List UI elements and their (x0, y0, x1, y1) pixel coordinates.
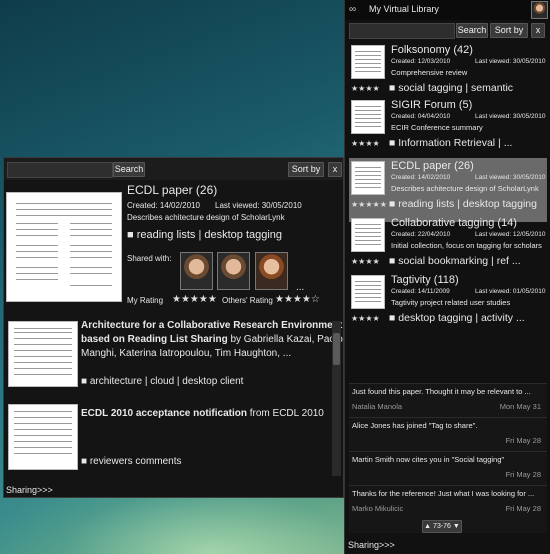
library-item-title[interactable]: SIGIR Forum (5) (391, 99, 472, 111)
library-item-thumbnail[interactable] (351, 161, 385, 195)
library-item-tags[interactable]: ■ social tagging | semantic (389, 82, 513, 94)
feed-message[interactable]: Alice Jones has joined "Tag to share". Fr… (349, 417, 547, 452)
library-item[interactable]: SIGIR Forum (5) Created: 04/04/2010 Last v… (349, 97, 547, 161)
user-avatar[interactable] (531, 1, 548, 19)
left-sort-button[interactable]: Sort by (288, 162, 324, 177)
library-item-rating[interactable]: ★★★★ (351, 139, 380, 148)
left-toolbar: Search Sort by x (4, 158, 343, 180)
library-item-title[interactable]: ECDL paper (26) (391, 160, 474, 172)
left-close-button[interactable]: x (328, 162, 342, 177)
my-rating-label: My Rating (127, 296, 164, 305)
result-thumbnail[interactable] (8, 321, 78, 387)
library-item-title[interactable]: Tagtivity (118) (391, 274, 459, 286)
feed-message-date: Fri May 28 (505, 504, 541, 513)
library-item-title[interactable]: Folksonomy (42) (391, 44, 473, 56)
document-description: Describes achitecture design of ScholarL… (127, 213, 285, 222)
library-item-title[interactable]: Collaborative tagging (14) (391, 217, 517, 229)
result-tags[interactable]: ■ reviewers comments (81, 456, 182, 467)
result-title[interactable]: Architecture for a Collaborative Researc… (81, 320, 342, 331)
library-item-created: Created: 04/04/2010 (391, 113, 451, 120)
library-search-input[interactable] (349, 23, 455, 39)
library-item-thumbnail[interactable] (351, 275, 385, 309)
library-item-last-viewed: Last viewed: 30/05/2010 (475, 174, 546, 181)
feed-message-date: Fri May 28 (505, 470, 541, 479)
library-item-description: Describes achitecture design of ScholarL… (391, 184, 539, 193)
document-thumbnail[interactable] (6, 192, 122, 302)
library-item-description: Tagtivity project related user studies (391, 298, 511, 307)
feed-message-text: Alice Jones has joined "Tag to share". (352, 421, 478, 430)
results-scrollbar[interactable] (332, 321, 341, 476)
my-rating-stars[interactable]: ★★★★★ (172, 294, 217, 305)
library-item-rating[interactable]: ★★★★ (351, 314, 380, 323)
feed-message-text: Thanks for the reference! Just what I wa… (352, 489, 535, 498)
library-item-last-viewed: Last viewed: 30/05/2010 (475, 58, 546, 65)
library-item-tags[interactable]: ■ Information Retrieval | ... (389, 137, 512, 149)
result-thumbnail[interactable] (8, 404, 78, 470)
feed-message[interactable]: Martin Smith now cites you in "Social ta… (349, 451, 547, 486)
virtual-library-panel: ∞ My Virtual Library Search Sort by x Fo… (344, 0, 550, 554)
library-item-description: ECIR Conference summary (391, 123, 483, 132)
library-item-last-viewed: Last viewed: 01/05/2010 (475, 288, 546, 295)
feed-message-author[interactable]: Marko Mikulicic (352, 504, 403, 513)
library-item-tags[interactable]: ■ reading lists | desktop tagging (389, 198, 537, 210)
library-header: ∞ My Virtual Library (345, 0, 550, 20)
library-item-rating[interactable]: ★★★★★ (351, 200, 387, 209)
left-search-input[interactable] (7, 162, 113, 178)
scrollbar-thumb[interactable] (333, 333, 340, 365)
right-sharing-toggle[interactable]: Sharing>>> (348, 540, 395, 550)
activity-feed: Just found this paper. Thought it may be… (349, 383, 547, 533)
library-item-last-viewed: Last viewed: 12/05/2010 (475, 231, 546, 238)
library-item-last-viewed: Last viewed: 30/05/2010 (475, 113, 546, 120)
document-title[interactable]: ECDL paper (26) (127, 183, 217, 197)
library-item-thumbnail[interactable] (351, 45, 385, 79)
feed-message-text: Martin Smith now cites you in "Social ta… (352, 455, 505, 464)
reading-list-detail-panel: Search Sort by x ECDL paper (26) Created… (3, 157, 344, 498)
feed-message-author[interactable]: Natalia Manola (352, 402, 402, 411)
library-item-rating[interactable]: ★★★★ (351, 257, 380, 266)
more-shared-users[interactable]: ... (296, 282, 304, 293)
shared-user-avatar[interactable] (217, 252, 250, 290)
others-rating-label: Others' Rating (222, 296, 273, 305)
others-rating-stars: ★★★★☆ (275, 294, 320, 305)
feed-message-date: Fri May 28 (505, 436, 541, 445)
feed-message[interactable]: Just found this paper. Thought it may be… (349, 383, 547, 418)
feed-message[interactable]: Thanks for the reference! Just what I wa… (349, 485, 547, 520)
library-item-created: Created: 14/11/2009 (391, 288, 450, 295)
left-search-button[interactable]: Search (113, 162, 145, 177)
library-item-rating[interactable]: ★★★★ (351, 84, 380, 93)
library-title: My Virtual Library (369, 4, 439, 14)
result-title[interactable]: ECDL 2010 acceptance notification from E… (81, 408, 324, 419)
library-item-thumbnail[interactable] (351, 100, 385, 134)
library-item-created: Created: 14/02/2010 (391, 174, 451, 181)
feed-message-date: Mon May 31 (499, 402, 541, 411)
document-last-viewed: Last viewed: 30/05/2010 (215, 201, 302, 210)
library-item[interactable]: ECDL paper (26) Created: 14/02/2010 Last v… (349, 158, 547, 222)
library-item-thumbnail[interactable] (351, 218, 385, 252)
result-title-line2[interactable]: based on Reading List Sharing by Gabriel… (81, 334, 343, 345)
left-sharing-toggle[interactable]: Sharing>>> (6, 485, 53, 495)
library-item-description: Comprehensive review (391, 68, 468, 77)
library-close-button[interactable]: x (531, 23, 545, 38)
library-item[interactable]: Collaborative tagging (14) Created: 22/04… (349, 215, 547, 279)
library-item-created: Created: 12/03/2010 (391, 58, 451, 65)
library-item-description: Initial collection, focus on tagging for… (391, 241, 542, 250)
library-item-created: Created: 22/04/2010 (391, 231, 451, 238)
shared-with-label: Shared with: (127, 254, 172, 263)
document-created: Created: 14/02/2010 (127, 201, 200, 210)
library-item[interactable]: Tagtivity (118) Created: 14/11/2009 Last v… (349, 272, 547, 336)
library-search-button[interactable]: Search (456, 23, 488, 38)
library-item-tags[interactable]: ■ desktop tagging | activity ... (389, 312, 525, 324)
feed-pager[interactable]: ▲ 73-76 ▼ (422, 520, 462, 533)
shared-user-avatar[interactable] (255, 252, 288, 290)
document-tags[interactable]: ■ reading lists | desktop tagging (127, 229, 282, 241)
result-authors: Manghi, Katerina Iatropoulou, Tim Haught… (81, 348, 292, 359)
library-logo-icon: ∞ (349, 4, 357, 15)
feed-message-text: Just found this paper. Thought it may be… (352, 387, 531, 396)
shared-user-avatar[interactable] (180, 252, 213, 290)
library-sort-button[interactable]: Sort by (490, 23, 528, 38)
result-tags[interactable]: ■ architecture | cloud | desktop client (81, 376, 243, 387)
library-item-tags[interactable]: ■ social bookmarking | ref ... (389, 255, 521, 267)
